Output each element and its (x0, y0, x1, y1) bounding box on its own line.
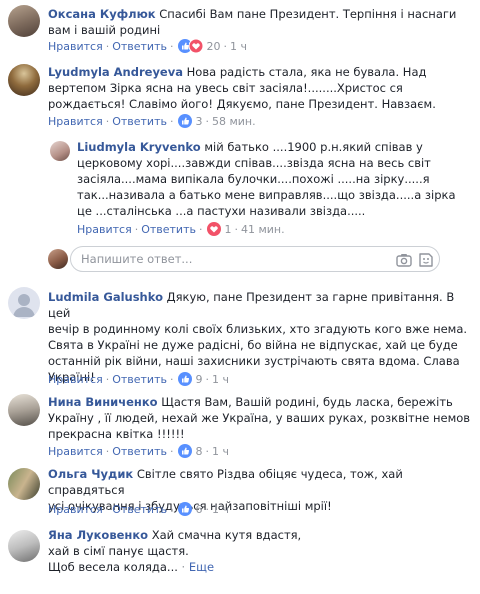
thumbs-up-icon (178, 502, 193, 516)
heart-icon (207, 222, 222, 236)
thumbs-up-icon (178, 114, 193, 128)
avatar[interactable] (8, 468, 40, 500)
comment-body-line: церковому хорі....завжди співав....звізд… (77, 156, 431, 170)
comment-time[interactable]: 1 ч (212, 445, 229, 458)
reactions-summary[interactable]: 8 (178, 444, 202, 458)
avatar[interactable] (50, 141, 70, 161)
comment-body-line: засіяла....мама випікала булочки....похо… (77, 172, 430, 186)
reactions-summary[interactable]: 20 (178, 39, 220, 53)
avatar[interactable] (8, 530, 40, 562)
thumbs-up-icon (178, 372, 193, 386)
reaction-count: 6 (195, 502, 203, 516)
comment-actions: Нравится · Ответить · 20 · 1 ч (48, 39, 247, 53)
comment-time[interactable]: 1 ч (212, 503, 229, 516)
comment-body-line: вертепом Зірка ясна на увесь світ засіял… (48, 81, 403, 95)
comment-author[interactable]: Ольга Чудик (48, 467, 133, 481)
comment-text: Яна Луковенко Хай смачна кутя вдастя, ха… (48, 528, 302, 574)
sticker-icon[interactable] (417, 251, 435, 269)
avatar[interactable] (8, 5, 40, 37)
comment-author[interactable]: Нина Виниченко (48, 395, 158, 409)
reaction-count: 9 (195, 372, 203, 386)
reply-link[interactable]: Ответить (112, 115, 167, 128)
comment-4: Ludmila Galushko Дякую, пане Президент з… (0, 285, 480, 390)
comment-6: Ольга Чудик Світле свято Різдва обіцяє ч… (0, 462, 480, 520)
reply-link[interactable]: Ответить (112, 503, 167, 516)
camera-icon[interactable] (395, 251, 413, 269)
comment-actions: Нравится · Ответить · 6 · 1 ч (48, 502, 229, 516)
comment-actions: Нравится · Ответить · 8 · 1 ч (48, 444, 229, 458)
see-more-link[interactable]: Еще (189, 560, 214, 574)
avatar[interactable] (8, 287, 40, 319)
comment-author[interactable]: Lyudmyla Andreyeva (48, 65, 183, 79)
comment-5: Нина Виниченко Щастя Вам, Вашій родині, … (0, 390, 480, 462)
comment-author[interactable]: Яна Луковенко (48, 528, 148, 542)
reaction-count: 8 (195, 444, 203, 458)
comment-time[interactable]: 1 ч (212, 373, 229, 386)
default-user-icon (13, 294, 35, 317)
avatar[interactable] (8, 394, 40, 426)
comment-text: Оксана Куфлюк Спасибі Вам пане Президент… (48, 6, 468, 38)
comment-body-line: Хай смачна кутя вдастя, (151, 528, 302, 542)
heart-icon (189, 39, 204, 53)
comment-2: Lyudmyla Andreyeva Нова радість стала, я… (0, 60, 480, 135)
comment-body-line: вечір в родинному колі своїх близьких, х… (48, 322, 468, 336)
reply-input-box[interactable] (70, 246, 440, 272)
like-link[interactable]: Нравится (48, 373, 103, 386)
avatar[interactable] (8, 64, 40, 96)
like-link[interactable]: Нравится (48, 115, 103, 128)
comment-body-line: останній рік війни, наші захисники зустр… (48, 354, 460, 368)
comment-body-line: Спасибі Вам пане Президент. Терпіння і н… (159, 7, 457, 21)
comment-body-line: прекрасна квітка !!!!!! (48, 427, 185, 441)
comment-author[interactable]: Оксана Куфлюк (48, 7, 156, 21)
comment-time[interactable]: 1 ч (230, 40, 247, 53)
reply-link[interactable]: Ответить (112, 373, 167, 386)
comment-body-line: Щоб весела коляда... (48, 560, 178, 574)
comment-author[interactable]: Liudmyla Kryvenko (77, 140, 201, 154)
comment-actions: Нравится · Ответить · 9 · 1 ч (48, 372, 229, 386)
reactions-summary[interactable]: 1 (207, 222, 231, 236)
comment-body-line: так...називала а батько мене виправляв..… (77, 188, 456, 202)
reaction-count: 20 (206, 39, 221, 53)
reply-link[interactable]: Ответить (112, 40, 167, 53)
comment-1: Оксана Куфлюк Спасибі Вам пане Президент… (0, 0, 480, 60)
comment-body-line: Україну , її людей, нехай же Україна, у … (48, 411, 471, 425)
current-user-avatar (48, 249, 68, 269)
reactions-summary[interactable]: 3 (178, 114, 202, 128)
reactions-summary[interactable]: 9 (178, 372, 202, 386)
comment-text: Нина Виниченко Щастя Вам, Вашій родині, … (48, 394, 473, 442)
reactions-summary[interactable]: 6 (178, 502, 202, 516)
comment-body-line: Свята в Україні не дуже радісні, бо війн… (48, 338, 458, 352)
comment-body-line: хай в сімї панує щастя. (48, 544, 189, 558)
reply-link[interactable]: Ответить (141, 223, 196, 236)
comment-time[interactable]: 58 мин. (212, 115, 256, 128)
comment-text: Lyudmyla Andreyeva Нова радість стала, я… (48, 64, 468, 112)
thumbs-up-icon (178, 444, 193, 458)
comment-body-line: вам і вашій родині (48, 23, 161, 37)
comment-body-line: Нова радість стала, яка не бувала. Над (186, 65, 427, 79)
reply-input[interactable] (81, 252, 381, 266)
comment-time[interactable]: 41 мин. (241, 223, 285, 236)
reaction-count: 3 (195, 114, 203, 128)
comment-7: Яна Луковенко Хай смачна кутя вдастя, ха… (0, 522, 480, 594)
like-link[interactable]: Нравится (77, 223, 132, 236)
like-link[interactable]: Нравится (48, 445, 103, 458)
like-link[interactable]: Нравится (48, 503, 103, 516)
comment-body-line: рождається! Славімо його! Дякуємо, пане … (48, 97, 436, 111)
comment-author[interactable]: Ludmila Galushko (48, 290, 163, 304)
reply-link[interactable]: Ответить (112, 445, 167, 458)
comment-body-line: мій батько ....1900 р.н.який співав у (204, 140, 423, 154)
like-link[interactable]: Нравится (48, 40, 103, 53)
reaction-count: 1 (224, 222, 232, 236)
reply-comment: Liudmyla Kryvenko мій батько ....1900 р.… (0, 135, 480, 240)
comment-body-line: Щастя Вам, Вашій родині, будь ласка, бер… (161, 395, 453, 409)
comment-body-line: це ...сталінська ...а пастухи називали з… (77, 204, 366, 218)
comment-actions: Нравится · Ответить · 3 · 58 мин. (48, 114, 256, 128)
comment-actions: Нравится · Ответить · 1 · 41 мин. (77, 222, 285, 236)
comment-text: Liudmyla Kryvenko мій батько ....1900 р.… (77, 139, 472, 219)
